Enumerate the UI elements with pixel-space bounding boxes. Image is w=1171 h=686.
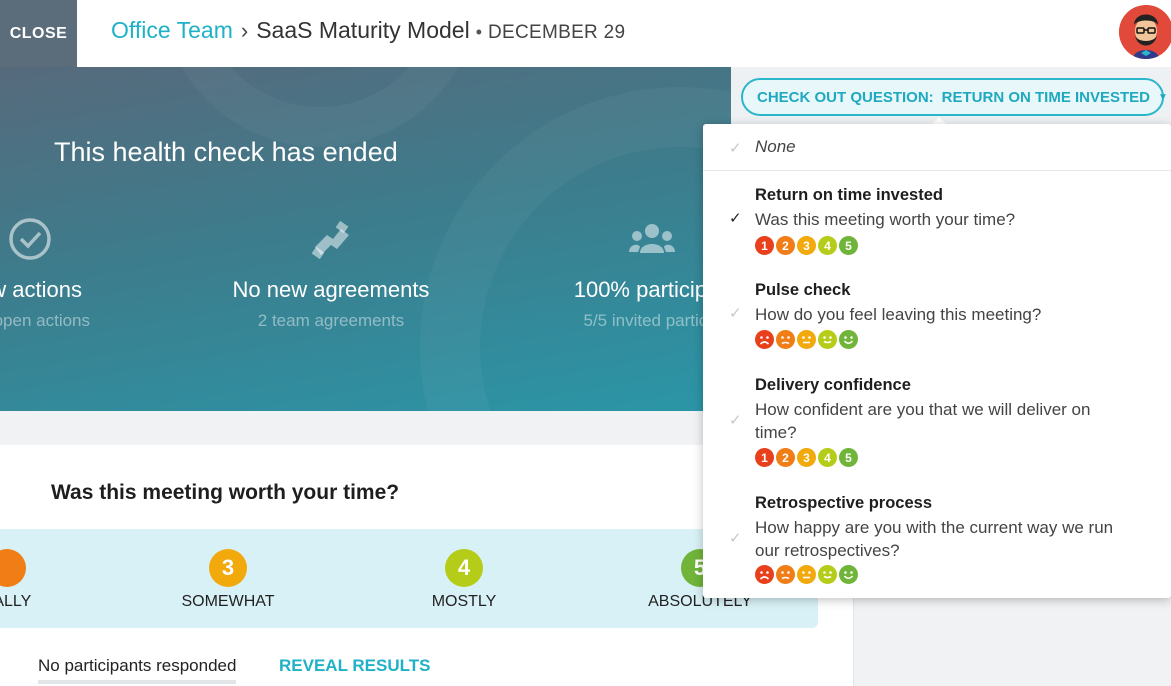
menu-item-retrospective-process[interactable]: ✓ Retrospective process How happy are yo… (703, 494, 1171, 594)
menu-item-description: How happy are you with the current way w… (755, 518, 1114, 560)
check-icon: ✓ (729, 210, 742, 227)
menu-item-title: Retrospective process (755, 494, 932, 512)
number-scale: 1 2 3 4 5 (755, 448, 858, 467)
scale-number (0, 549, 26, 587)
happy-face-icon (839, 330, 858, 349)
unhappy-face-icon (776, 565, 795, 584)
stat-subtitle: 2 team agreements (257, 311, 405, 330)
scale-dot: 1 (755, 236, 774, 255)
scale-option[interactable]: 4 MOSTLY (384, 549, 544, 611)
menu-item-label: None (755, 137, 796, 156)
number-scale: 1 2 3 4 5 (755, 236, 858, 255)
answer-scale: EALLY 3 SOMEWHAT 4 MOSTLY 5 ABSOLUTELY (0, 529, 818, 628)
menu-item-description: How confident are you that we will deliv… (755, 400, 1091, 442)
happy-face-icon (839, 565, 858, 584)
menu-item-return-on-time[interactable]: ✓ Return on time invested Was this meeti… (703, 186, 1171, 266)
handshake-icon (311, 220, 349, 260)
stat-subtitle: 5/5 invited particip (583, 311, 721, 330)
scale-dot: 4 (818, 236, 837, 255)
close-button[interactable]: CLOSE (0, 0, 77, 67)
unhappy-face-icon (776, 330, 795, 349)
scale-dot: 5 (839, 236, 858, 255)
menu-item-title: Delivery confidence (755, 376, 911, 394)
menu-item-pulse-check[interactable]: ✓ Pulse check How do you feel leaving th… (703, 281, 1171, 361)
neutral-face-icon (797, 330, 816, 349)
breadcrumb: Office Team › SaaS Maturity Model • DECE… (111, 17, 625, 44)
sad-face-icon (755, 330, 774, 349)
scale-option[interactable]: EALLY (0, 549, 87, 611)
menu-item-title: Return on time invested (755, 186, 943, 204)
breadcrumb-team-link[interactable]: Office Team (111, 17, 233, 44)
scale-dot: 4 (818, 448, 837, 467)
scale-dot: 5 (839, 448, 858, 467)
menu-item-none[interactable]: ✓ None (703, 124, 1171, 171)
top-bar: CLOSE Office Team › SaaS Maturity Model … (0, 0, 1171, 67)
breadcrumb-separator: › (240, 18, 249, 43)
checkout-question-menu: ✓ None ✓ Return on time invested Was thi… (703, 124, 1171, 598)
check-icon: ✓ (729, 530, 742, 547)
page-date: DECEMBER 29 (488, 22, 626, 43)
face-scale (755, 565, 858, 584)
check-icon: ✓ (729, 140, 742, 157)
check-icon: ✓ (729, 305, 742, 322)
dropdown-arrow (932, 117, 946, 124)
title-dot: • (475, 22, 482, 42)
scale-label: EALLY (0, 593, 32, 610)
menu-item-title: Pulse check (755, 281, 851, 299)
stat-subtitle: ng open actions (0, 311, 91, 330)
face-scale (755, 330, 858, 349)
scale-dot: 3 (797, 448, 816, 467)
hero-banner: This health check has ended ew actions n… (0, 67, 731, 411)
sad-face-icon (755, 565, 774, 584)
no-participants-text: No participants responded (38, 656, 237, 684)
avatar-illustration (1119, 5, 1171, 59)
scale-dot: 2 (776, 448, 795, 467)
check-icon: ✓ (729, 412, 742, 429)
page-title: SaaS Maturity Model (256, 17, 470, 43)
stat-agreements: No new agreements 2 team agreements (181, 217, 481, 331)
stat-title: 100% participati (573, 277, 731, 302)
menu-item-description: How do you feel leaving this meeting? (755, 305, 1042, 324)
avatar[interactable] (1119, 5, 1171, 59)
scale-dot: 3 (797, 236, 816, 255)
neutral-face-icon (797, 565, 816, 584)
stat-participation: 100% participati 5/5 invited particip (502, 217, 731, 331)
stat-actions: ew actions ng open actions (0, 217, 180, 331)
scale-number: 4 (445, 549, 483, 587)
check-circle-icon (9, 218, 51, 260)
stat-title: ew actions (0, 277, 82, 302)
hero-title: This health check has ended (54, 137, 398, 167)
hero-decoration (160, 67, 480, 147)
question-title: Was this meeting worth your time? (51, 481, 400, 504)
checkout-value: RETURN ON TIME INVESTED (941, 88, 1151, 106)
checkout-question-select[interactable]: CHECK OUT QUESTION: RETURN ON TIME INVES… (741, 78, 1168, 116)
scale-label: MOSTLY (431, 593, 497, 610)
content-face-icon (818, 330, 837, 349)
menu-item-description: Was this meeting worth your time? (755, 210, 1016, 229)
scale-number: 3 (209, 549, 247, 587)
scale-option[interactable]: 3 SOMEWHAT (148, 549, 308, 611)
checkout-label: CHECK OUT QUESTION: (757, 88, 934, 106)
scale-label: SOMEWHAT (181, 593, 275, 610)
menu-item-delivery-confidence[interactable]: ✓ Delivery confidence How confident are … (703, 376, 1171, 476)
scale-dot: 1 (755, 448, 774, 467)
reveal-results-button[interactable]: REVEAL RESULTS (279, 656, 430, 676)
chevron-down-icon: ▼ (1158, 91, 1168, 103)
team-icon (629, 224, 675, 253)
stat-title: No new agreements (232, 277, 430, 302)
content-face-icon (818, 565, 837, 584)
scale-dot: 2 (776, 236, 795, 255)
